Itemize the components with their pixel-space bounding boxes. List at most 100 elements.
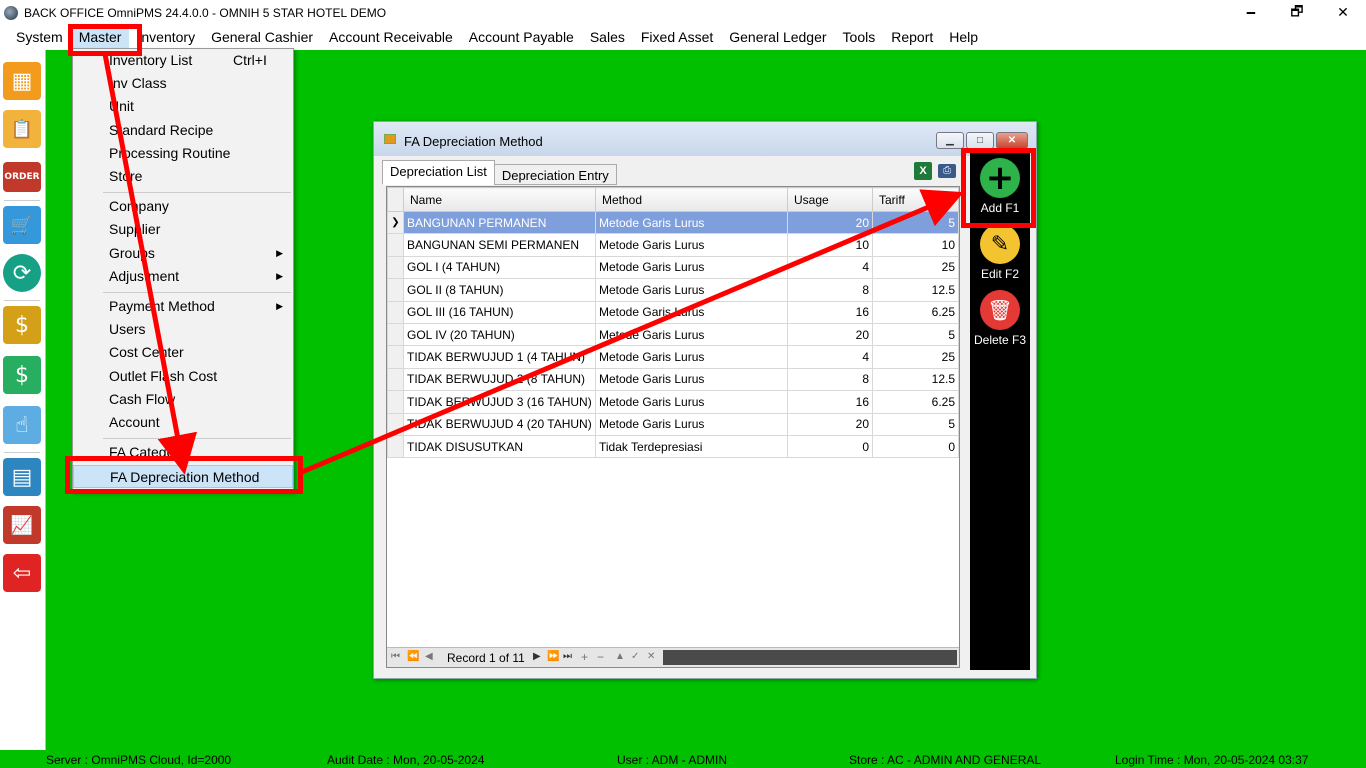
cell-usage[interactable]: 16 [787,390,873,414]
menu-item-company[interactable]: Company [73,195,293,218]
row-indicator[interactable]: ❯ [387,210,404,235]
fa-window-titlebar[interactable]: FA Depreciation Method ▁ □ ✕ [374,122,1036,156]
column-header-name[interactable]: Name [403,187,596,212]
edit-button[interactable]: ✎ Edit F2 [970,224,1030,281]
cell-tariff[interactable]: 6.25 [872,390,959,414]
cell-method[interactable]: Metode Garis Lurus [595,300,788,324]
table-row[interactable]: TIDAK BERWUJUD 1 (4 TAHUN) Metode Garis L… [387,345,959,369]
clipboard-icon[interactable]: 📋 [3,110,41,148]
column-header-tariff[interactable]: Tariff [872,187,959,212]
delete-button[interactable]: 🗑 Delete F3 [970,290,1030,347]
table-row[interactable]: ❯ BANGUNAN PERMANEN Metode Garis Lurus 20 5 [387,210,959,235]
cell-name[interactable]: TIDAK BERWUJUD 4 (20 TAHUN) [403,412,596,436]
menu-report[interactable]: Report [883,25,941,50]
cell-usage[interactable]: 8 [787,278,873,302]
cell-usage[interactable]: 20 [787,322,873,347]
menu-item-account[interactable]: Account [73,411,293,434]
row-indicator[interactable] [387,322,404,347]
menu-system[interactable]: System [8,25,71,50]
close-button[interactable]: ✕ [1320,0,1366,25]
first-page-icon[interactable]: ⏮ [391,651,400,662]
row-indicator[interactable] [387,412,404,436]
menu-sales[interactable]: Sales [582,25,633,50]
table-row[interactable]: GOL III (16 TAHUN) Metode Garis Lurus 16 6.… [387,300,959,324]
add-record-icon[interactable]: + [581,650,588,664]
cell-method[interactable]: Metode Garis Lurus [595,233,788,257]
menu-account-payable[interactable]: Account Payable [461,25,582,50]
cell-tariff[interactable]: 25 [872,345,959,369]
inventory-boxes-icon[interactable]: ▦ [3,62,41,100]
cell-tariff[interactable]: 5 [872,322,959,347]
row-indicator[interactable] [387,367,404,392]
menu-item-outlet-flash-cost[interactable]: Outlet Flash Cost [73,365,293,388]
money-bag-icon[interactable]: $ [3,306,41,344]
menu-item-standard-recipe[interactable]: Standard Recipe [73,119,293,142]
cell-usage[interactable]: 16 [787,300,873,324]
cell-name[interactable]: BANGUNAN PERMANEN [403,210,596,235]
hand-money-icon[interactable]: $ [3,356,41,394]
menu-item-cash-flow[interactable]: Cash Flow [73,388,293,411]
maximize-button[interactable]: 🗗 [1274,0,1320,25]
sync-icon[interactable]: ⟳ [3,254,41,292]
cell-usage[interactable]: 4 [787,255,873,280]
cell-name[interactable]: TIDAK BERWUJUD 3 (16 TAHUN) [403,390,596,414]
table-row[interactable]: TIDAK BERWUJUD 3 (16 TAHUN) Metode Garis … [387,390,959,414]
next-record-icon[interactable]: ▶ [533,651,541,662]
menu-item-processing-routine[interactable]: Processing Routine [73,142,293,165]
row-indicator[interactable] [387,434,404,459]
cell-name[interactable]: GOL I (4 TAHUN) [403,255,596,280]
menu-item-adjustment[interactable]: Adjustment ▶ [73,265,293,288]
menu-item-unit[interactable]: Unit [73,95,293,118]
cell-usage[interactable]: 4 [787,345,873,369]
cell-name[interactable]: TIDAK BERWUJUD 1 (4 TAHUN) [403,345,596,369]
cell-usage[interactable]: 8 [787,367,873,392]
row-indicator[interactable] [387,345,404,369]
cell-method[interactable]: Metode Garis Lurus [595,390,788,414]
cell-method[interactable]: Metode Garis Lurus [595,345,788,369]
cell-name[interactable]: TIDAK BERWUJUD 2 (8 TAHUN) [403,367,596,392]
cell-name[interactable]: TIDAK DISUSUTKAN [403,434,596,459]
cell-name[interactable]: BANGUNAN SEMI PERMANEN [403,233,596,257]
column-header-usage[interactable]: Usage [787,187,873,212]
column-header-method[interactable]: Method [595,187,788,212]
cell-method[interactable]: Metode Garis Lurus [595,412,788,436]
cell-method[interactable]: Metode Garis Lurus [595,367,788,392]
cell-name[interactable]: GOL IV (20 TAHUN) [403,322,596,347]
menu-general-cashier[interactable]: General Cashier [203,25,321,50]
cell-method[interactable]: Metode Garis Lurus [595,278,788,302]
row-indicator[interactable] [387,255,404,280]
menu-item-inv-class[interactable]: Inv Class [73,72,293,95]
cancel-record-icon[interactable]: ✕ [647,651,655,662]
menu-item-groups[interactable]: Groups ▶ [73,242,293,265]
cell-tariff[interactable]: 12.5 [872,367,959,392]
last-page-icon[interactable]: ⏭ [563,651,572,662]
post-record-icon[interactable]: ✓ [631,651,639,662]
cell-usage[interactable]: 20 [787,210,873,235]
cell-tariff[interactable]: 6.25 [872,300,959,324]
menu-item-store[interactable]: Store [73,165,293,188]
cell-name[interactable]: GOL III (16 TAHUN) [403,300,596,324]
cell-method[interactable]: Metode Garis Lurus [595,322,788,347]
chart-icon[interactable]: 📈 [3,506,41,544]
fa-close-button[interactable]: ✕ [996,132,1028,149]
menu-help[interactable]: Help [941,25,986,50]
prev-page-icon[interactable]: ⏪ [407,651,419,662]
row-indicator[interactable] [387,278,404,302]
menu-item-payment-method[interactable]: Payment Method ▶ [73,295,293,318]
table-row[interactable]: BANGUNAN SEMI PERMANEN Metode Garis Lurus… [387,233,959,257]
order-icon[interactable]: ORDER [3,162,41,192]
table-row[interactable]: GOL II (8 TAHUN) Metode Garis Lurus 8 12.5 [387,278,959,302]
cell-tariff[interactable]: 0 [872,434,959,459]
touch-phone-icon[interactable]: ☝ [3,406,41,444]
menu-item-cost-center[interactable]: Cost Center [73,341,293,364]
row-indicator[interactable] [387,390,404,414]
cart-icon[interactable]: 🛒 [3,206,41,244]
table-row[interactable]: TIDAK DISUSUTKAN Tidak Terdepresiasi 0 0 [387,434,959,459]
fa-maximize-button[interactable]: □ [966,132,994,149]
row-indicator[interactable] [387,233,404,257]
calendar-icon[interactable]: ▤ [3,458,41,496]
excel-export-icon[interactable]: X [914,162,932,180]
menu-account-receivable[interactable]: Account Receivable [321,25,461,50]
cell-usage[interactable]: 0 [787,434,873,459]
menu-fixed-asset[interactable]: Fixed Asset [633,25,721,50]
